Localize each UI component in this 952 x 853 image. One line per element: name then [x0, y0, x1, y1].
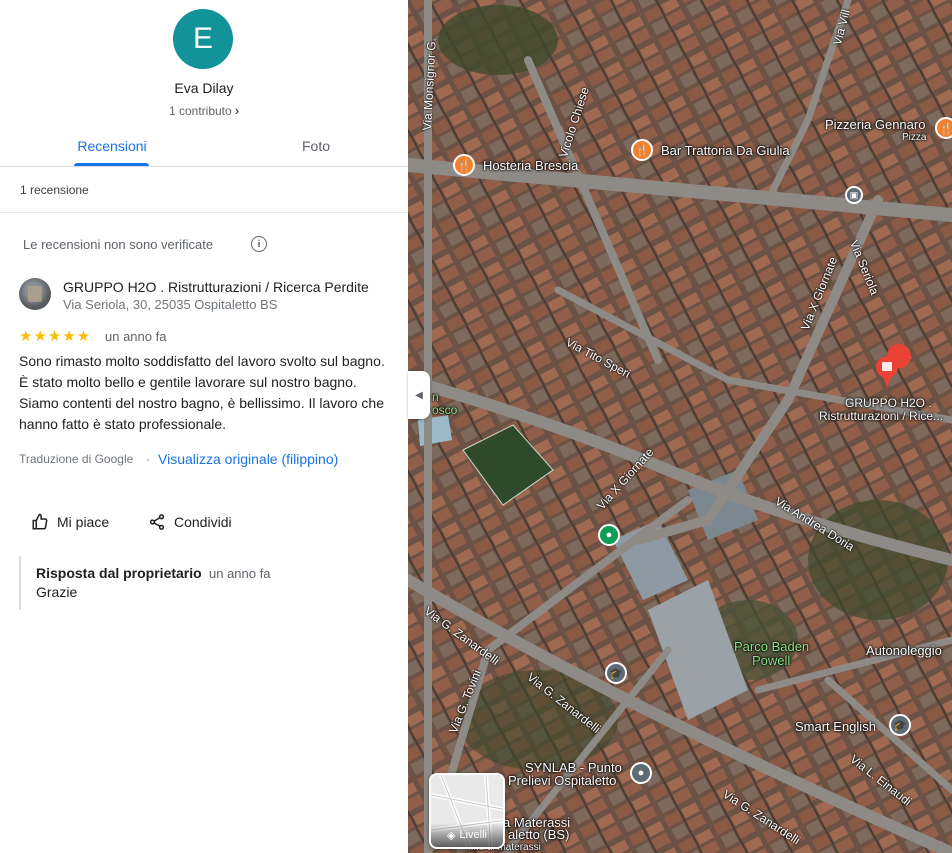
business-thumbnail[interactable] [19, 278, 51, 310]
park-label[interactable]: n [432, 390, 439, 404]
business-name[interactable]: GRUPPO H2O . Ristrutturazioni / Ricerca … [63, 279, 369, 295]
separator-dot: · [146, 452, 150, 466]
place-label[interactable]: Prelievi Ospitaletto [508, 773, 616, 788]
info-icon[interactable]: i [251, 236, 267, 252]
share-icon [149, 514, 165, 530]
owner-response-text: Grazie [36, 584, 78, 600]
contributions-link[interactable]: 1 contributo › [0, 103, 408, 118]
school-icon[interactable]: 🎓 [889, 714, 911, 736]
contributions-count[interactable]: 1 contributo [169, 104, 232, 118]
layers-icon: ◈ [447, 829, 456, 842]
park-label[interactable]: Parco Baden [734, 639, 809, 654]
restaurant-icon[interactable]: 🍴 [631, 139, 653, 161]
place-category: Pizza [902, 132, 927, 143]
location-marker-icon[interactable]: ● [598, 524, 620, 546]
layers-label-row: ◈ Livelli [431, 823, 503, 847]
share-button[interactable]: Condividi [148, 510, 232, 534]
contributor-panel: E Eva Dilay 1 contributo › Recensioni Fot… [0, 0, 408, 853]
translation-note: Traduzione di Google [19, 452, 134, 466]
place-label[interactable]: Autonoleggio [866, 643, 942, 658]
place-label[interactable]: Hosteria Brescia [483, 158, 578, 173]
review-time: un anno fa [105, 329, 167, 344]
view-original-link[interactable]: Visualizza originale (filippino) [158, 451, 338, 467]
place-label[interactable]: Bar Trattoria Da Giulia [661, 143, 790, 158]
bus-stop-icon[interactable]: ▣ [845, 186, 863, 204]
share-label: Condividi [174, 514, 232, 530]
active-tab-indicator [74, 163, 149, 166]
unverified-notice: Le recensioni non sono verificate [23, 237, 214, 252]
collapse-panel-button[interactable]: ◀ [408, 371, 430, 419]
restaurant-icon[interactable]: 🍴 [453, 154, 475, 176]
star-rating: ★★★★★ [19, 328, 92, 345]
place-label[interactable]: Pizzeria Gennaro [825, 117, 925, 132]
park-label[interactable]: Powell [752, 653, 790, 668]
business-address: Via Seriola, 30, 25035 Ospitaletto BS [63, 297, 278, 312]
restaurant-icon[interactable]: 🍴 [935, 117, 952, 139]
like-button[interactable]: Mi piace [31, 510, 109, 534]
owner-response-title: Risposta dal proprietario [36, 565, 202, 581]
tab-reviews[interactable]: Recensioni [20, 125, 204, 166]
owner-response-time: un anno fa [209, 566, 271, 581]
like-label: Mi piace [57, 514, 110, 530]
satellite-map[interactable]: 🍴 🍴 🍴 ▣ ● 🎓 🎓 ● Hosteria Brescia Bar Tra… [408, 0, 952, 853]
place-label[interactable]: Ristrutturazioni / Rice... [819, 409, 943, 423]
tab-bar: Recensioni Foto [0, 125, 408, 167]
chevron-left-icon: ◀ [415, 389, 423, 401]
park-label[interactable]: osco [432, 403, 457, 417]
thumbs-up-icon [32, 513, 48, 530]
medical-marker-icon[interactable]: ● [630, 762, 652, 784]
layers-label: Livelli [459, 829, 487, 841]
avatar[interactable]: E [173, 9, 233, 69]
school-icon[interactable]: 🎓 [605, 662, 627, 684]
contributor-name[interactable]: Eva Dilay [0, 80, 408, 96]
divider [0, 212, 408, 213]
place-label[interactable]: aletto (BS) [508, 827, 569, 842]
layers-button[interactable]: ◈ Livelli [429, 773, 505, 849]
owner-response: Risposta dal proprietario un anno fa Gra… [19, 556, 379, 610]
chevron-right-icon: › [234, 103, 240, 118]
place-label[interactable]: Smart English [795, 719, 876, 734]
place-label[interactable]: GRUPPO H2O . [845, 396, 932, 410]
review-count: 1 recensione [20, 183, 89, 197]
tab-photos[interactable]: Foto [224, 125, 408, 166]
review-text: Sono rimasto molto soddisfatto del lavor… [19, 353, 385, 432]
